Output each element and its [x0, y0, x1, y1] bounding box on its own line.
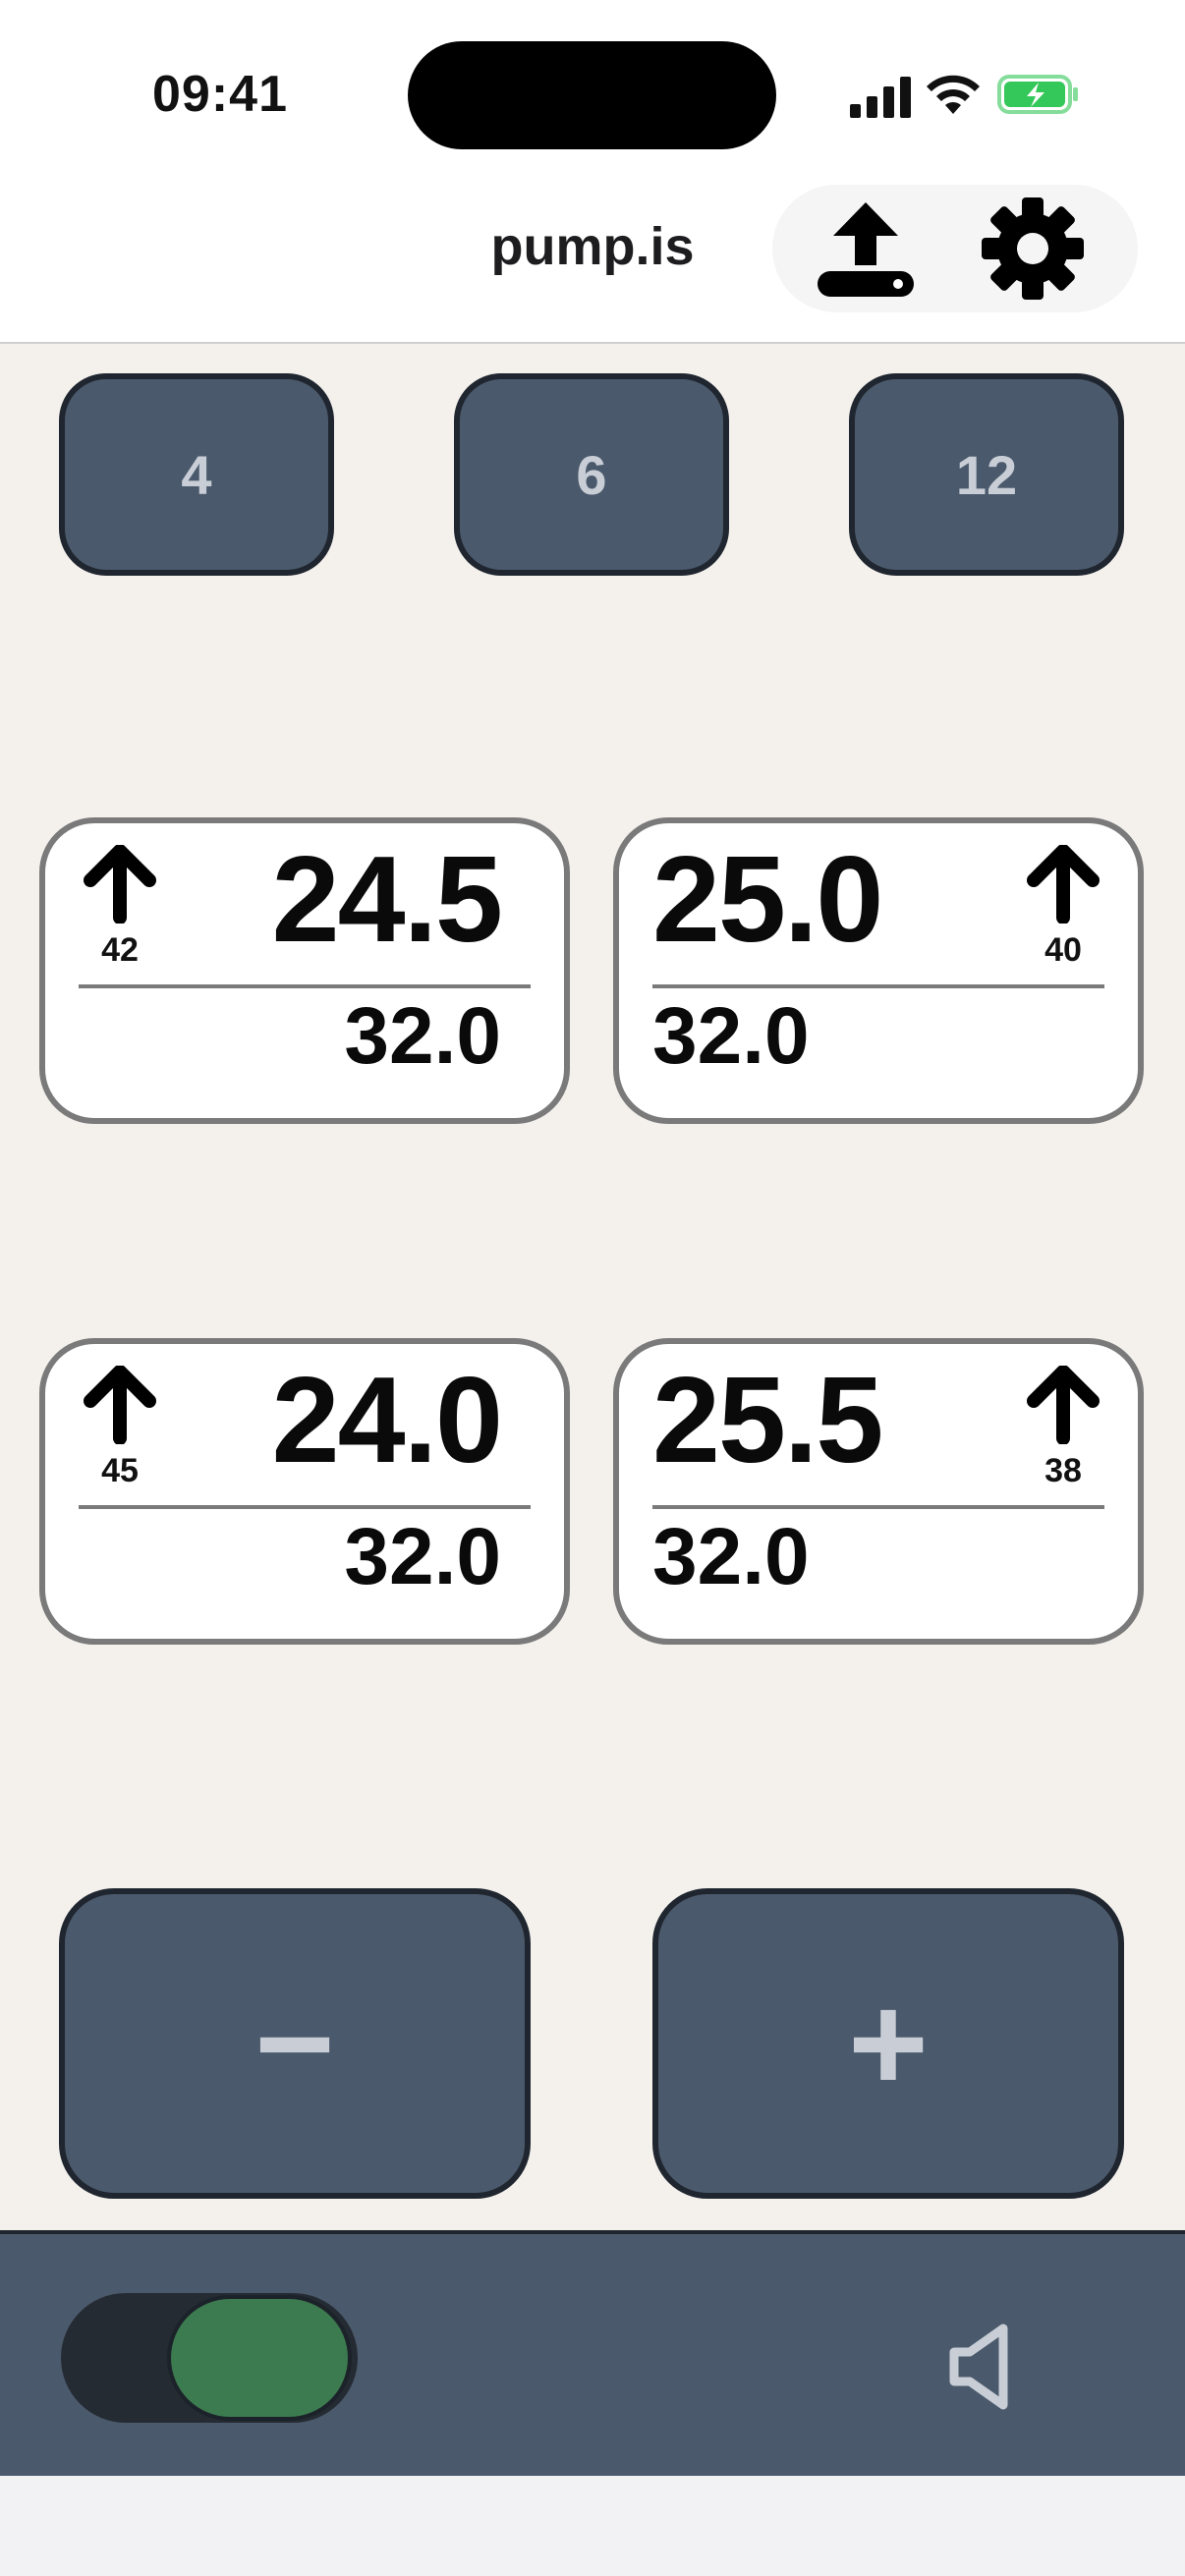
- arrow-up-icon: [1027, 1366, 1100, 1444]
- gear-icon: [982, 197, 1084, 300]
- speaker-muted-icon[interactable]: [948, 2323, 1017, 2411]
- secondary-value: 32.0: [344, 991, 501, 1081]
- card-divider: [652, 1505, 1104, 1509]
- bottom-bar: [0, 2230, 1185, 2476]
- primary-value: 24.0: [271, 1353, 503, 1488]
- primary-value: 25.0: [652, 832, 883, 968]
- preset-button-6[interactable]: 6: [454, 373, 729, 576]
- status-time: 09:41: [152, 66, 288, 123]
- arrow-value: 45: [101, 1452, 139, 1489]
- app-header: pump.is: [0, 177, 1185, 344]
- secondary-value: 32.0: [652, 1512, 810, 1601]
- secondary-value: 32.0: [344, 1512, 501, 1601]
- arrow-value: 42: [101, 931, 139, 969]
- reading-card-4[interactable]: 25.5 38 32.0: [613, 1338, 1144, 1645]
- increase-button[interactable]: +: [652, 1888, 1124, 2199]
- arrow-up-icon: [1027, 845, 1100, 924]
- arrow-up-icon: [84, 1366, 156, 1444]
- card-divider: [79, 1505, 531, 1509]
- header-actions: [772, 185, 1138, 312]
- arrow-up-icon: [84, 845, 156, 924]
- cellular-signal-icon: [850, 77, 911, 118]
- upload-icon: [818, 202, 914, 297]
- reading-card-3[interactable]: 45 24.0 32.0: [39, 1338, 570, 1645]
- wifi-icon: [927, 75, 980, 114]
- card-divider: [79, 984, 531, 988]
- upload-button[interactable]: [802, 195, 930, 303]
- card-divider: [652, 984, 1104, 988]
- main-panel: 4 6 12 42 24.5 32.0 25.0 40 32.0 45 24.0…: [0, 344, 1185, 2230]
- decrease-button[interactable]: −: [59, 1888, 531, 2199]
- arrow-value: 40: [1044, 931, 1082, 969]
- preset-button-4[interactable]: 4: [59, 373, 334, 576]
- home-indicator-area: [0, 2476, 1185, 2576]
- primary-value: 25.5: [652, 1353, 883, 1488]
- toggle-knob: [171, 2299, 348, 2417]
- secondary-value: 32.0: [652, 991, 810, 1081]
- settings-button[interactable]: [969, 195, 1097, 303]
- primary-value: 24.5: [271, 832, 503, 968]
- status-bar: 09:41: [0, 0, 1185, 177]
- preset-button-12[interactable]: 12: [849, 373, 1124, 576]
- reading-card-2[interactable]: 25.0 40 32.0: [613, 817, 1144, 1124]
- dynamic-island: [408, 41, 776, 149]
- arrow-value: 38: [1044, 1452, 1082, 1489]
- power-toggle[interactable]: [61, 2293, 358, 2423]
- reading-card-1[interactable]: 42 24.5 32.0: [39, 817, 570, 1124]
- battery-charging-icon: [997, 75, 1078, 114]
